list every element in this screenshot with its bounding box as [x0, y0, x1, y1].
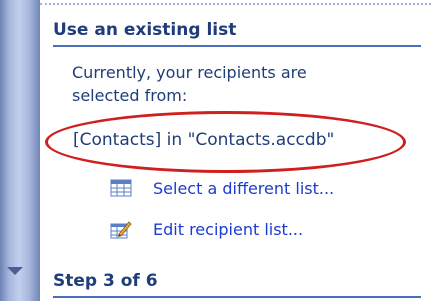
recipient-source: [Contacts] in "Contacts.accdb"	[73, 130, 335, 150]
section-title: Use an existing list	[53, 20, 237, 40]
panel-top-border	[40, 3, 431, 5]
scroll-down-arrow-icon[interactable]	[7, 267, 23, 275]
select-different-list-label[interactable]: Select a different list...	[153, 179, 334, 198]
edit-recipient-list-label[interactable]: Edit recipient list...	[153, 220, 303, 239]
edit-list-icon	[110, 221, 132, 239]
select-different-list-link[interactable]: Select a different list...	[110, 178, 334, 198]
step-indicator: Step 3 of 6	[53, 271, 158, 291]
table-list-icon	[110, 179, 132, 197]
recipients-description: Currently, your recipients are selected …	[72, 63, 307, 105]
edit-recipient-list-link[interactable]: Edit recipient list...	[110, 219, 303, 239]
section-divider	[53, 45, 421, 47]
vertical-scrollbar[interactable]	[0, 0, 40, 301]
step-divider	[53, 296, 421, 298]
